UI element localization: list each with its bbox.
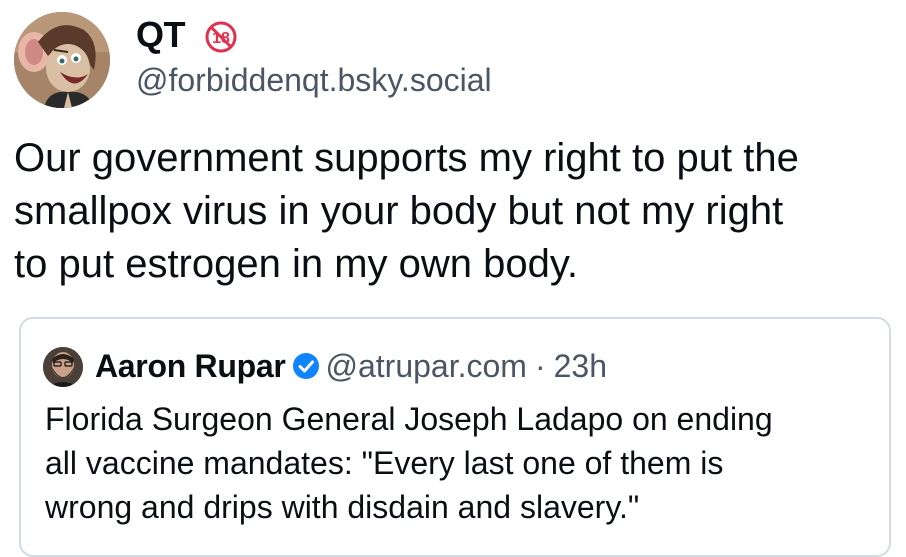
quoted-post-header: Aaron Rupar @atrupar.com · 23h <box>95 346 607 386</box>
quoted-author-avatar <box>43 347 83 387</box>
svg-text:18: 18 <box>212 30 230 47</box>
author-handle[interactable]: @forbiddenqt.bsky.social <box>136 60 492 100</box>
quoted-author-name[interactable]: Aaron Rupar <box>95 346 286 386</box>
cartoon-rat-avatar-icon <box>14 12 110 108</box>
quoted-post-text: Florida Surgeon General Joseph Ladapo on… <box>45 401 773 525</box>
verified-check-icon[interactable] <box>292 352 320 380</box>
bearded-man-avatar-icon <box>43 347 83 387</box>
author-avatar[interactable] <box>14 12 110 108</box>
quoted-author-handle[interactable]: @atrupar.com <box>326 346 527 386</box>
18-plus-badge-icon: 18 <box>205 21 237 53</box>
quoted-post-timestamp[interactable]: 23h <box>554 346 607 386</box>
header-separator: · <box>534 348 546 384</box>
author-display-name[interactable]: QT <box>136 14 186 56</box>
post-text: Our government supports my right to put … <box>14 136 799 286</box>
quoted-post-card[interactable]: Aaron Rupar @atrupar.com · 23h Florida S… <box>19 317 891 557</box>
